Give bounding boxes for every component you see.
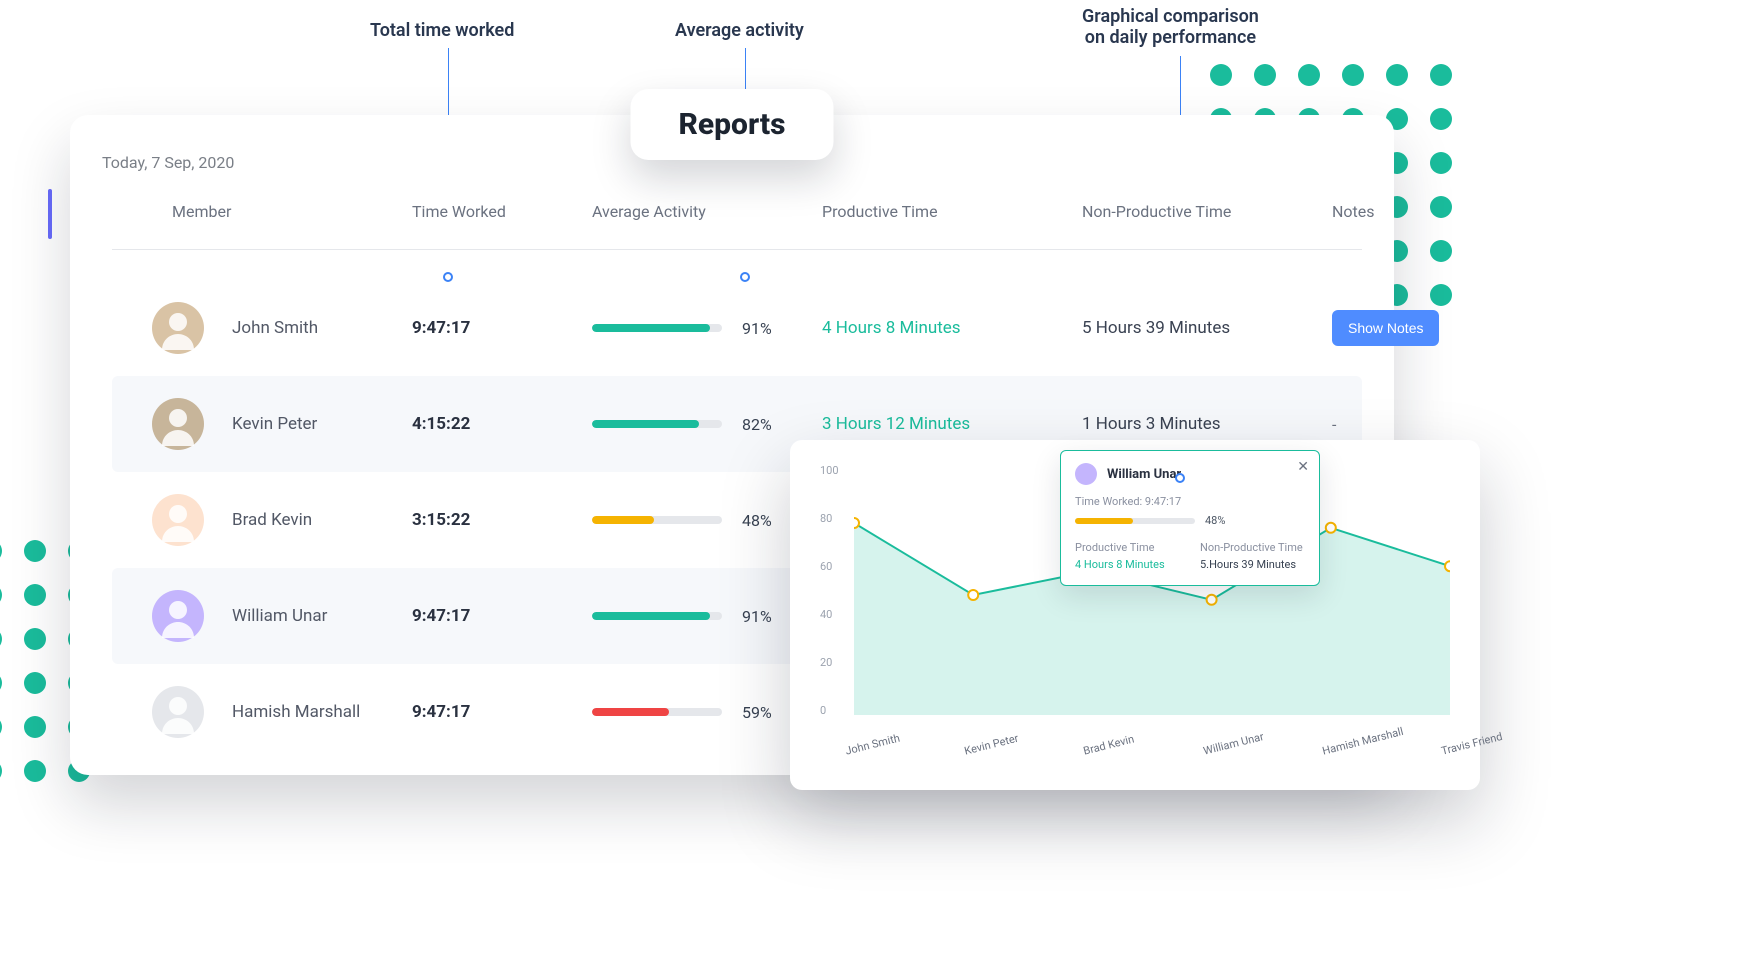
accent-bar [48,189,52,239]
annotation-dot-time [443,272,453,282]
time-worked-value: 9:47:17 [412,318,592,338]
y-tick: 80 [820,512,832,525]
activity-pct: 48% [742,511,772,530]
x-tick: John Smith [844,732,901,758]
avatar [152,494,204,546]
activity-pct: 82% [742,415,772,434]
chart-point[interactable] [854,518,859,528]
chart-tooltip: ✕ William Unar Time Worked: 9:47:17 48% … [1060,450,1320,586]
avatar [1075,463,1097,485]
chart-point[interactable] [1326,523,1336,533]
activity-bar: 91% [592,607,822,626]
col-member: Member [112,202,412,221]
member-name: John Smith [232,318,318,338]
tooltip-activity-bar: 48% [1075,514,1305,527]
col-notes: Notes [1332,202,1452,221]
time-worked-value: 9:47:17 [412,606,592,626]
member-name: Hamish Marshall [232,702,360,722]
tooltip-pct: 48% [1205,514,1225,527]
activity-pct: 91% [742,607,772,626]
show-notes-button[interactable]: Show Notes [1332,310,1439,346]
member-name: William Unar [232,606,327,626]
activity-bar: 59% [592,703,822,722]
activity-pct: 91% [742,319,772,338]
chart-point[interactable] [1445,561,1450,571]
table-row[interactable]: John Smith 9:47:17 91% 4 Hours 8 Minutes5 H… [112,280,1362,376]
notes-cell: - [1332,415,1452,434]
tooltip-nonproductive-value: 5.Hours 39 Minutes [1200,558,1305,571]
productive-time-value: 3 Hours 12 Minutes [822,414,1082,434]
annotation-graph-compare: Graphical comparison on daily performanc… [1082,6,1259,48]
annotation-dot-activity [740,272,750,282]
avatar [152,590,204,642]
performance-chart-card: 0 20 40 60 80 100 John Smith Kevin Peter Brad K… [790,440,1480,790]
page-title: Reports [630,89,833,160]
tooltip-nonproductive-label: Non-Productive Time [1200,541,1305,554]
activity-bar: 48% [592,511,822,530]
x-tick: Kevin Peter [963,732,1020,758]
non-productive-time-value: 1 Hours 3 Minutes [1082,414,1332,434]
activity-bar: 82% [592,415,822,434]
tooltip-name: William Unar [1107,467,1181,482]
tooltip-productive-label: Productive Time [1075,541,1180,554]
y-tick: 60 [820,560,832,573]
avatar [152,686,204,738]
col-nonproductive: Non-Productive Time [1082,202,1332,221]
avatar [152,302,204,354]
tooltip-productive-value: 4 Hours 8 Minutes [1075,558,1180,571]
time-worked-value: 3:15:22 [412,510,592,530]
x-tick: Travis Friend [1440,730,1504,758]
chart-point[interactable] [968,590,978,600]
y-tick: 40 [820,608,832,621]
col-avg-activity: Average Activity [592,202,822,221]
close-icon[interactable]: ✕ [1297,459,1309,475]
member-name: Brad Kevin [232,510,312,530]
y-tick: 100 [820,464,839,477]
annotation-avg-activity: Average activity [675,20,804,41]
productive-time-value: 4 Hours 8 Minutes [822,318,1082,338]
x-tick: Brad Kevin [1082,732,1135,757]
tooltip-time-worked: Time Worked: 9:47:17 [1075,495,1305,508]
member-name: Kevin Peter [232,414,317,434]
annotation-dot-graph [1175,473,1185,483]
avatar [152,398,204,450]
col-time-worked: Time Worked [412,202,592,221]
y-tick: 0 [820,704,826,717]
x-tick: Hamish Marshall [1321,725,1405,758]
non-productive-time-value: 5 Hours 39 Minutes [1082,318,1332,338]
time-worked-value: 9:47:17 [412,702,592,722]
y-tick: 20 [820,656,832,669]
col-productive: Productive Time [822,202,1082,221]
date-label: Today, 7 Sep, 2020 [102,153,234,172]
table-header: Member Time Worked Average Activity Prod… [112,190,1362,250]
activity-bar: 91% [592,319,822,338]
time-worked-value: 4:15:22 [412,414,592,434]
annotation-time-worked: Total time worked [370,20,514,41]
chart-point[interactable] [1207,595,1217,605]
x-tick: William Unar [1202,730,1265,758]
activity-pct: 59% [742,703,772,722]
